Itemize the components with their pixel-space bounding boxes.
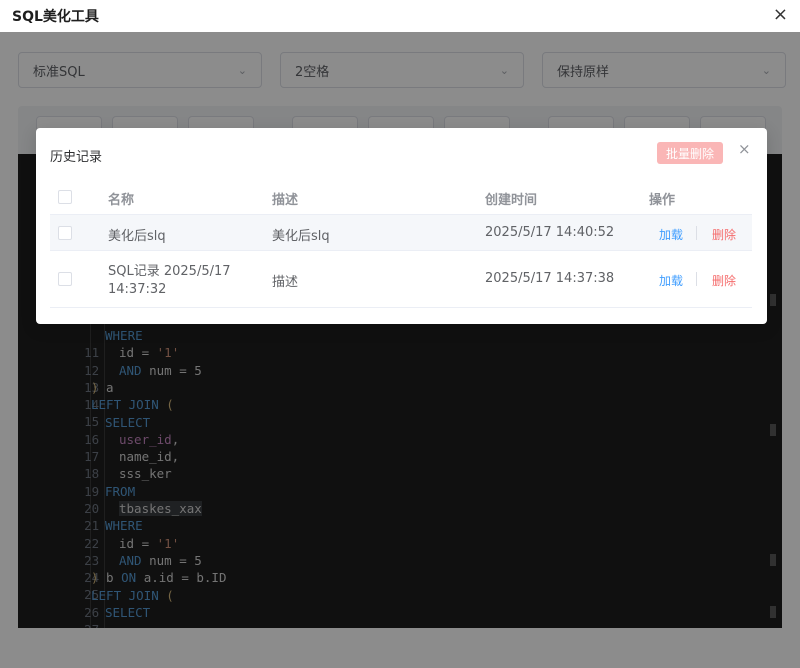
dialog-close-icon[interactable]: × bbox=[738, 140, 751, 158]
window-close-icon[interactable]: × bbox=[773, 4, 788, 25]
row-created: 2025/5/17 14:40:52 bbox=[485, 225, 615, 240]
load-link[interactable]: 加载 bbox=[659, 272, 683, 289]
action-separator bbox=[696, 272, 697, 286]
window-title: SQL美化工具 bbox=[12, 9, 99, 25]
row-created: 2025/5/17 14:37:38 bbox=[485, 271, 615, 286]
column-header-name: 名称 bbox=[108, 193, 135, 208]
row-checkbox[interactable] bbox=[58, 226, 72, 240]
history-dialog: 历史记录 批量删除 × 名称 描述 创建时间 操作 美化后slq 美化后slq … bbox=[36, 128, 767, 324]
select-all-checkbox[interactable] bbox=[58, 190, 72, 204]
load-link[interactable]: 加载 bbox=[659, 226, 683, 243]
row-checkbox[interactable] bbox=[58, 272, 72, 286]
table-row[interactable]: 美化后slq 美化后slq 2025/5/17 14:40:52 加载 删除 bbox=[50, 215, 752, 251]
row-desc: 描述 bbox=[272, 275, 299, 290]
column-header-created: 创建时间 bbox=[485, 193, 538, 208]
row-name-line1: SQL记录 2025/5/17 bbox=[108, 264, 231, 279]
batch-delete-button[interactable]: 批量删除 bbox=[657, 142, 723, 164]
delete-link[interactable]: 删除 bbox=[712, 226, 736, 243]
window-titlebar: SQL美化工具 × bbox=[0, 0, 800, 32]
table-header: 名称 描述 创建时间 操作 bbox=[50, 178, 752, 215]
delete-link[interactable]: 删除 bbox=[712, 272, 736, 289]
row-desc: 美化后slq bbox=[272, 229, 330, 244]
table-row[interactable]: SQL记录 2025/5/17 14:37:32 描述 2025/5/17 14… bbox=[50, 251, 752, 308]
dialog-title: 历史记录 bbox=[50, 150, 103, 165]
row-name: 美化后slq bbox=[108, 229, 166, 244]
column-header-desc: 描述 bbox=[272, 193, 299, 208]
history-table: 名称 描述 创建时间 操作 美化后slq 美化后slq 2025/5/17 14… bbox=[50, 178, 752, 308]
action-separator bbox=[696, 226, 697, 240]
column-header-actions: 操作 bbox=[649, 193, 676, 208]
row-name-line2: 14:37:32 bbox=[108, 282, 167, 297]
